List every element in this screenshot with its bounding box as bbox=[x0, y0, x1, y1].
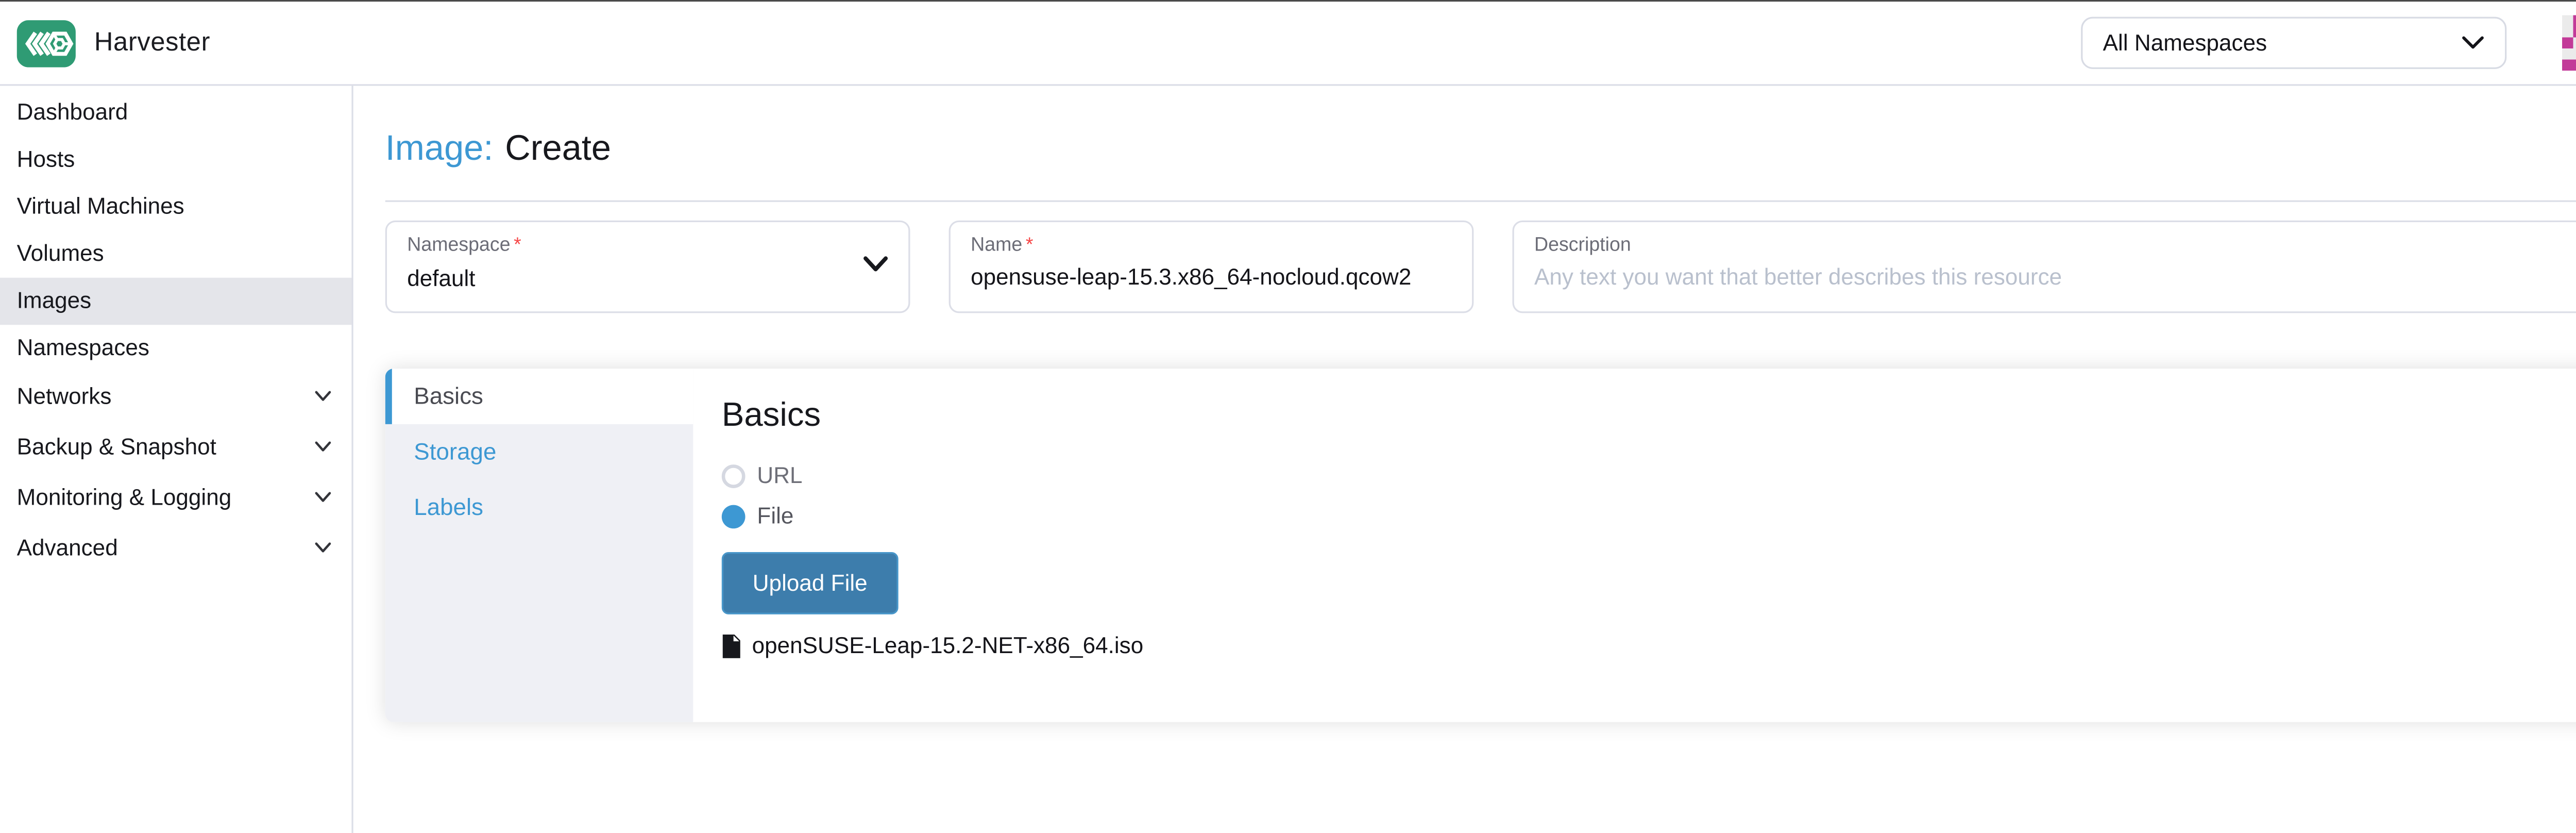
field-label-text: Name bbox=[971, 236, 1022, 256]
chevron-down-icon bbox=[315, 542, 332, 554]
uploaded-file-row: openSUSE-Leap-15.2-NET-x86_64.iso bbox=[722, 633, 1143, 658]
required-asterisk: * bbox=[1026, 236, 1033, 256]
chevron-down-icon bbox=[315, 441, 332, 453]
chevron-down-icon bbox=[315, 491, 332, 503]
create-image-card: Basics Storage Labels Basics URL File Up… bbox=[385, 369, 2576, 722]
description-input[interactable] bbox=[1534, 262, 2576, 293]
basics-panel: Basics URL File Upload File openSUSE-Lea… bbox=[693, 369, 1143, 722]
sidebar: Dashboard Hosts Virtual Machines Volumes… bbox=[0, 86, 353, 833]
tab-basics[interactable]: Basics bbox=[385, 369, 693, 424]
radio-unselected-icon[interactable] bbox=[722, 464, 745, 488]
sidebar-item-dashboard[interactable]: Dashboard bbox=[0, 89, 351, 136]
description-field[interactable]: Description bbox=[1513, 221, 2576, 313]
page-title: Image: Create bbox=[385, 129, 2576, 170]
required-asterisk: * bbox=[514, 236, 521, 256]
name-label: Name* bbox=[971, 236, 1452, 257]
uploaded-file-name: openSUSE-Leap-15.2-NET-x86_64.iso bbox=[752, 633, 1144, 658]
namespace-filter-select[interactable]: All Namespaces bbox=[2081, 17, 2506, 69]
sidebar-group-monitoring-logging[interactable]: Monitoring & Logging bbox=[0, 473, 351, 524]
title-divider bbox=[385, 201, 2576, 202]
sidebar-item-virtual-machines[interactable]: Virtual Machines bbox=[0, 184, 351, 230]
radio-url-label: URL bbox=[757, 463, 802, 488]
upload-file-button[interactable]: Upload File bbox=[722, 552, 899, 614]
sidebar-item-hosts[interactable]: Hosts bbox=[0, 136, 351, 183]
namespace-label: Namespace* bbox=[407, 236, 888, 257]
chevron-down-icon bbox=[315, 391, 332, 403]
harvester-app: Harvester All Namespaces Dashboard Hosts… bbox=[0, 0, 2576, 833]
sidebar-group-label: Backup & Snapshot bbox=[17, 434, 216, 459]
sidebar-item-images[interactable]: Images bbox=[0, 278, 351, 325]
basics-heading: Basics bbox=[722, 397, 1143, 436]
sidebar-group-networks[interactable]: Networks bbox=[0, 372, 351, 423]
description-label: Description bbox=[1534, 236, 2576, 257]
sidebar-group-label: Monitoring & Logging bbox=[17, 485, 232, 510]
radio-url[interactable]: URL bbox=[722, 463, 1143, 488]
tab-labels[interactable]: Labels bbox=[385, 480, 693, 536]
chevron-down-icon bbox=[863, 256, 888, 273]
tab-column: Basics Storage Labels bbox=[385, 369, 693, 722]
radio-selected-icon[interactable] bbox=[722, 504, 745, 528]
radio-file-label: File bbox=[757, 503, 793, 528]
sidebar-group-backup-snapshot[interactable]: Backup & Snapshot bbox=[0, 423, 351, 473]
namespace-value: default bbox=[407, 264, 888, 293]
sidebar-item-namespaces[interactable]: Namespaces bbox=[0, 325, 351, 372]
sidebar-group-label: Networks bbox=[17, 384, 112, 409]
top-header: Harvester All Namespaces bbox=[0, 2, 2576, 86]
namespace-filter-value: All Namespaces bbox=[2103, 30, 2462, 56]
form-fields-row: Namespace* default Name* Description bbox=[385, 221, 2576, 313]
radio-file[interactable]: File bbox=[722, 503, 1143, 528]
file-icon bbox=[722, 634, 740, 657]
sidebar-group-label: Advanced bbox=[17, 535, 118, 560]
user-avatar[interactable] bbox=[2562, 15, 2576, 71]
sidebar-item-volumes[interactable]: Volumes bbox=[0, 230, 351, 277]
field-label-text: Namespace bbox=[407, 236, 510, 256]
main-content: Image: Create Namespace* default Name* bbox=[353, 86, 2576, 833]
sidebar-group-advanced[interactable]: Advanced bbox=[0, 524, 351, 574]
namespace-field[interactable]: Namespace* default bbox=[385, 221, 910, 313]
app-title: Harvester bbox=[94, 28, 210, 58]
name-input[interactable] bbox=[971, 262, 1452, 293]
name-field[interactable]: Name* bbox=[949, 221, 1474, 313]
page-title-resource: Image: bbox=[385, 129, 494, 170]
page-title-action: Create bbox=[505, 129, 611, 170]
chevron-down-icon bbox=[2461, 36, 2485, 51]
tab-storage[interactable]: Storage bbox=[385, 424, 693, 480]
harvester-logo-icon bbox=[17, 20, 76, 66]
